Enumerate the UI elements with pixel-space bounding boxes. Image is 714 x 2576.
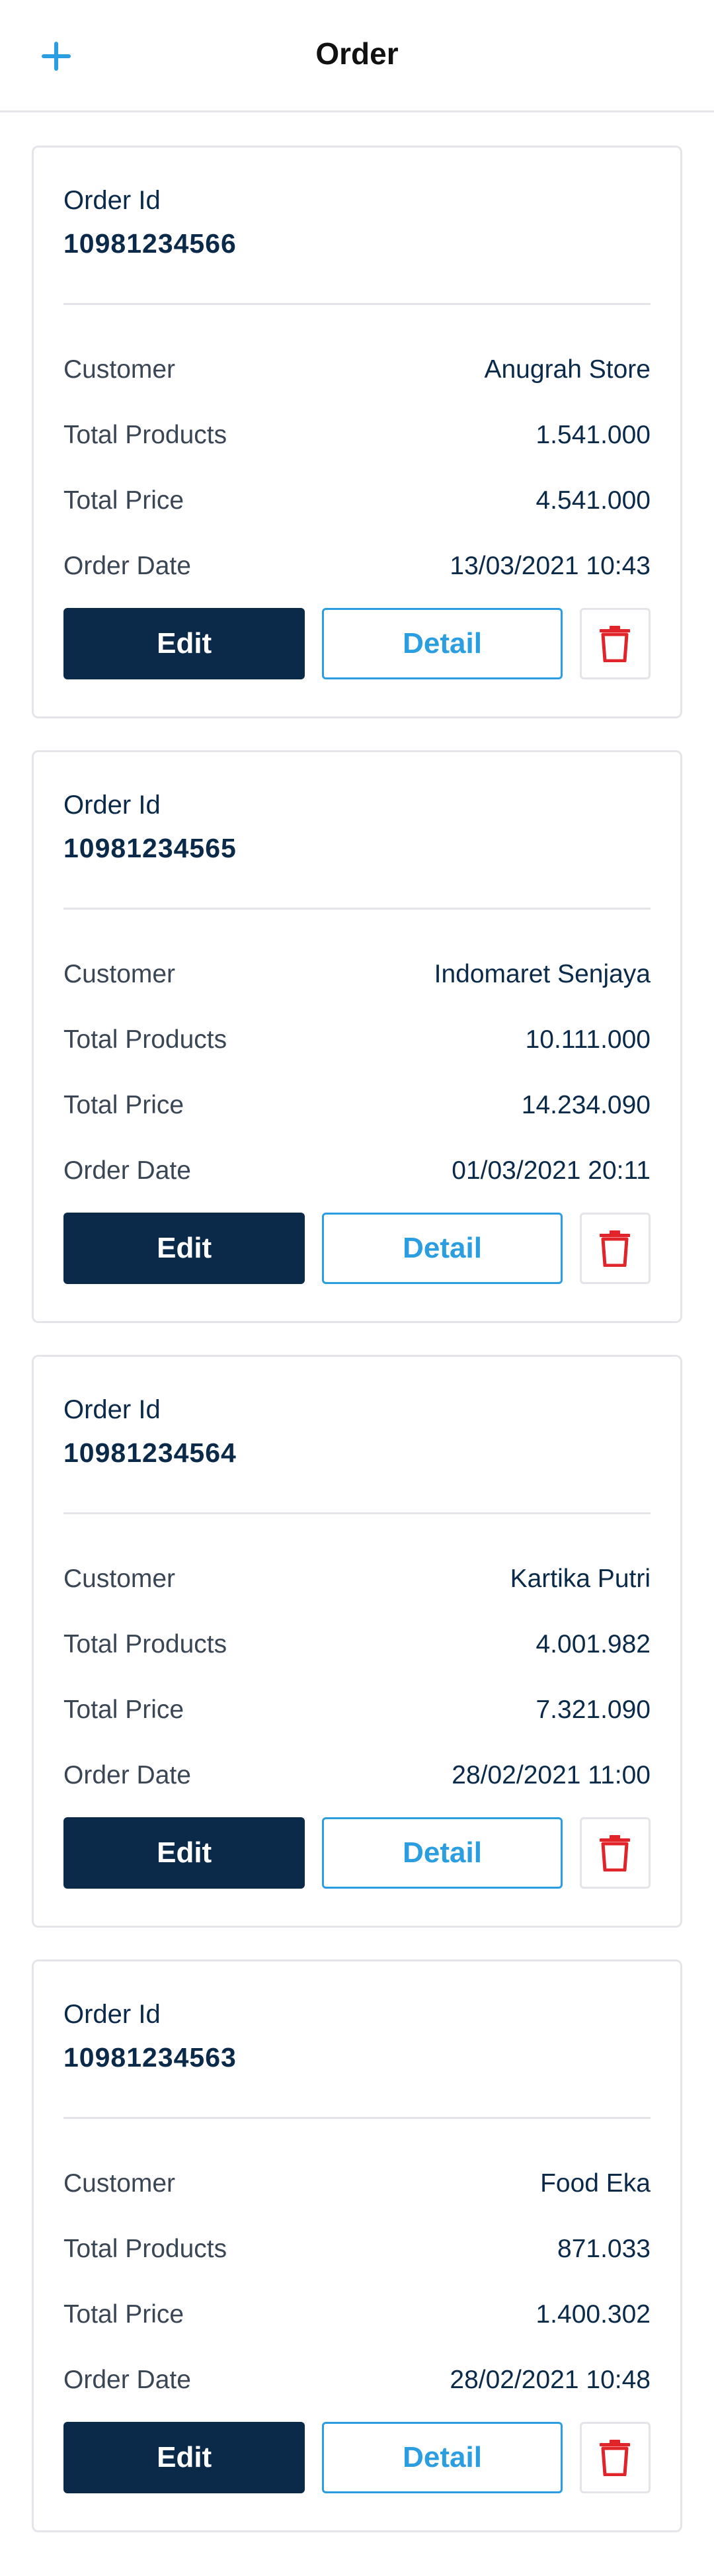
order-date-value: 01/03/2021 20:11: [452, 1156, 651, 1185]
order-id-label: Order Id: [63, 1395, 161, 1424]
order-date-value: 13/03/2021 10:43: [450, 551, 651, 580]
total-products-label: Total Products: [63, 420, 227, 449]
total-price-value: 7.321.090: [536, 1695, 651, 1724]
order-id-value: 10981234564: [63, 1438, 237, 1468]
delete-button[interactable]: [579, 1817, 651, 1889]
divider: [63, 303, 651, 305]
customer-value: Anugrah Store: [484, 355, 651, 384]
customer-value: Indomaret Senjaya: [434, 959, 651, 988]
order-card: Order Id 10981234563 Customer Food Eka T…: [32, 1959, 682, 2532]
trash-icon: [600, 2440, 631, 2476]
detail-button[interactable]: Detail: [322, 2422, 563, 2493]
total-price-row: Total Price 7.321.090: [63, 1677, 651, 1742]
delete-button[interactable]: [579, 2422, 651, 2493]
total-products-label: Total Products: [63, 1025, 227, 1054]
order-card: Order Id 10981234566 Customer Anugrah St…: [32, 146, 682, 718]
total-price-row: Total Price 4.541.000: [63, 468, 651, 533]
total-price-label: Total Price: [63, 486, 184, 515]
detail-button[interactable]: Detail: [322, 608, 563, 679]
order-id-value: 10981234563: [63, 2042, 237, 2073]
card-actions: Edit Detail: [63, 608, 651, 679]
total-price-value: 1.400.302: [536, 2299, 651, 2329]
total-products-label: Total Products: [63, 2234, 227, 2263]
order-date-row: Order Date 28/02/2021 10:48: [63, 2347, 651, 2413]
divider: [63, 2117, 651, 2119]
order-date-row: Order Date 28/02/2021 11:00: [63, 1742, 651, 1808]
total-price-row: Total Price 14.234.090: [63, 1072, 651, 1138]
total-products-value: 871.033: [557, 2234, 651, 2263]
card-actions: Edit Detail: [63, 1213, 651, 1284]
total-price-label: Total Price: [63, 1090, 184, 1119]
order-id-label: Order Id: [63, 2000, 161, 2029]
total-products-label: Total Products: [63, 1629, 227, 1658]
total-price-label: Total Price: [63, 1695, 184, 1724]
order-date-label: Order Date: [63, 1760, 191, 1789]
order-date-value: 28/02/2021 10:48: [450, 2365, 651, 2394]
total-products-row: Total Products 4.001.982: [63, 1611, 651, 1677]
order-id-value: 10981234566: [63, 228, 237, 259]
detail-button[interactable]: Detail: [322, 1213, 563, 1284]
customer-row: Customer Food Eka: [63, 2151, 651, 2216]
order-date-label: Order Date: [63, 551, 191, 580]
order-date-row: Order Date 13/03/2021 10:43: [63, 533, 651, 599]
total-products-value: 1.541.000: [536, 420, 651, 449]
total-products-value: 10.111.000: [525, 1025, 651, 1054]
customer-label: Customer: [63, 1564, 176, 1593]
trash-icon: [600, 626, 631, 662]
total-price-label: Total Price: [63, 2299, 184, 2329]
customer-row: Customer Kartika Putri: [63, 1546, 651, 1611]
customer-row: Customer Anugrah Store: [63, 337, 651, 402]
order-date-label: Order Date: [63, 1156, 191, 1185]
card-actions: Edit Detail: [63, 1817, 651, 1889]
order-card: Order Id 10981234565 Customer Indomaret …: [32, 750, 682, 1323]
order-list: Order Id 10981234566 Customer Anugrah St…: [0, 112, 714, 2532]
edit-button[interactable]: Edit: [63, 2422, 305, 2493]
detail-button[interactable]: Detail: [322, 1817, 563, 1889]
order-id-label: Order Id: [63, 791, 161, 820]
customer-row: Customer Indomaret Senjaya: [63, 941, 651, 1007]
customer-value: Kartika Putri: [510, 1564, 651, 1593]
edit-button[interactable]: Edit: [63, 1213, 305, 1284]
customer-label: Customer: [63, 959, 176, 988]
total-products-row: Total Products 871.033: [63, 2216, 651, 2282]
divider: [63, 908, 651, 910]
customer-value: Food Eka: [540, 2168, 651, 2198]
order-card: Order Id 10981234564 Customer Kartika Pu…: [32, 1355, 682, 1928]
customer-label: Customer: [63, 355, 176, 384]
order-date-row: Order Date 01/03/2021 20:11: [63, 1138, 651, 1203]
app-header: Order: [0, 0, 714, 112]
total-price-row: Total Price 1.400.302: [63, 2282, 651, 2347]
customer-label: Customer: [63, 2168, 176, 2198]
trash-icon: [600, 1835, 631, 1871]
page-title: Order: [315, 36, 399, 71]
delete-button[interactable]: [579, 608, 651, 679]
order-date-label: Order Date: [63, 2365, 191, 2394]
total-products-value: 4.001.982: [536, 1629, 651, 1658]
order-id-value: 10981234565: [63, 833, 237, 863]
total-price-value: 14.234.090: [521, 1090, 651, 1119]
divider: [63, 1512, 651, 1514]
trash-icon: [600, 1230, 631, 1267]
card-actions: Edit Detail: [63, 2422, 651, 2493]
edit-button[interactable]: Edit: [63, 1817, 305, 1889]
order-id-label: Order Id: [63, 186, 161, 215]
edit-button[interactable]: Edit: [63, 608, 305, 679]
total-price-value: 4.541.000: [536, 486, 651, 515]
order-date-value: 28/02/2021 11:00: [452, 1760, 651, 1789]
total-products-row: Total Products 10.111.000: [63, 1007, 651, 1072]
total-products-row: Total Products 1.541.000: [63, 402, 651, 468]
delete-button[interactable]: [579, 1213, 651, 1284]
